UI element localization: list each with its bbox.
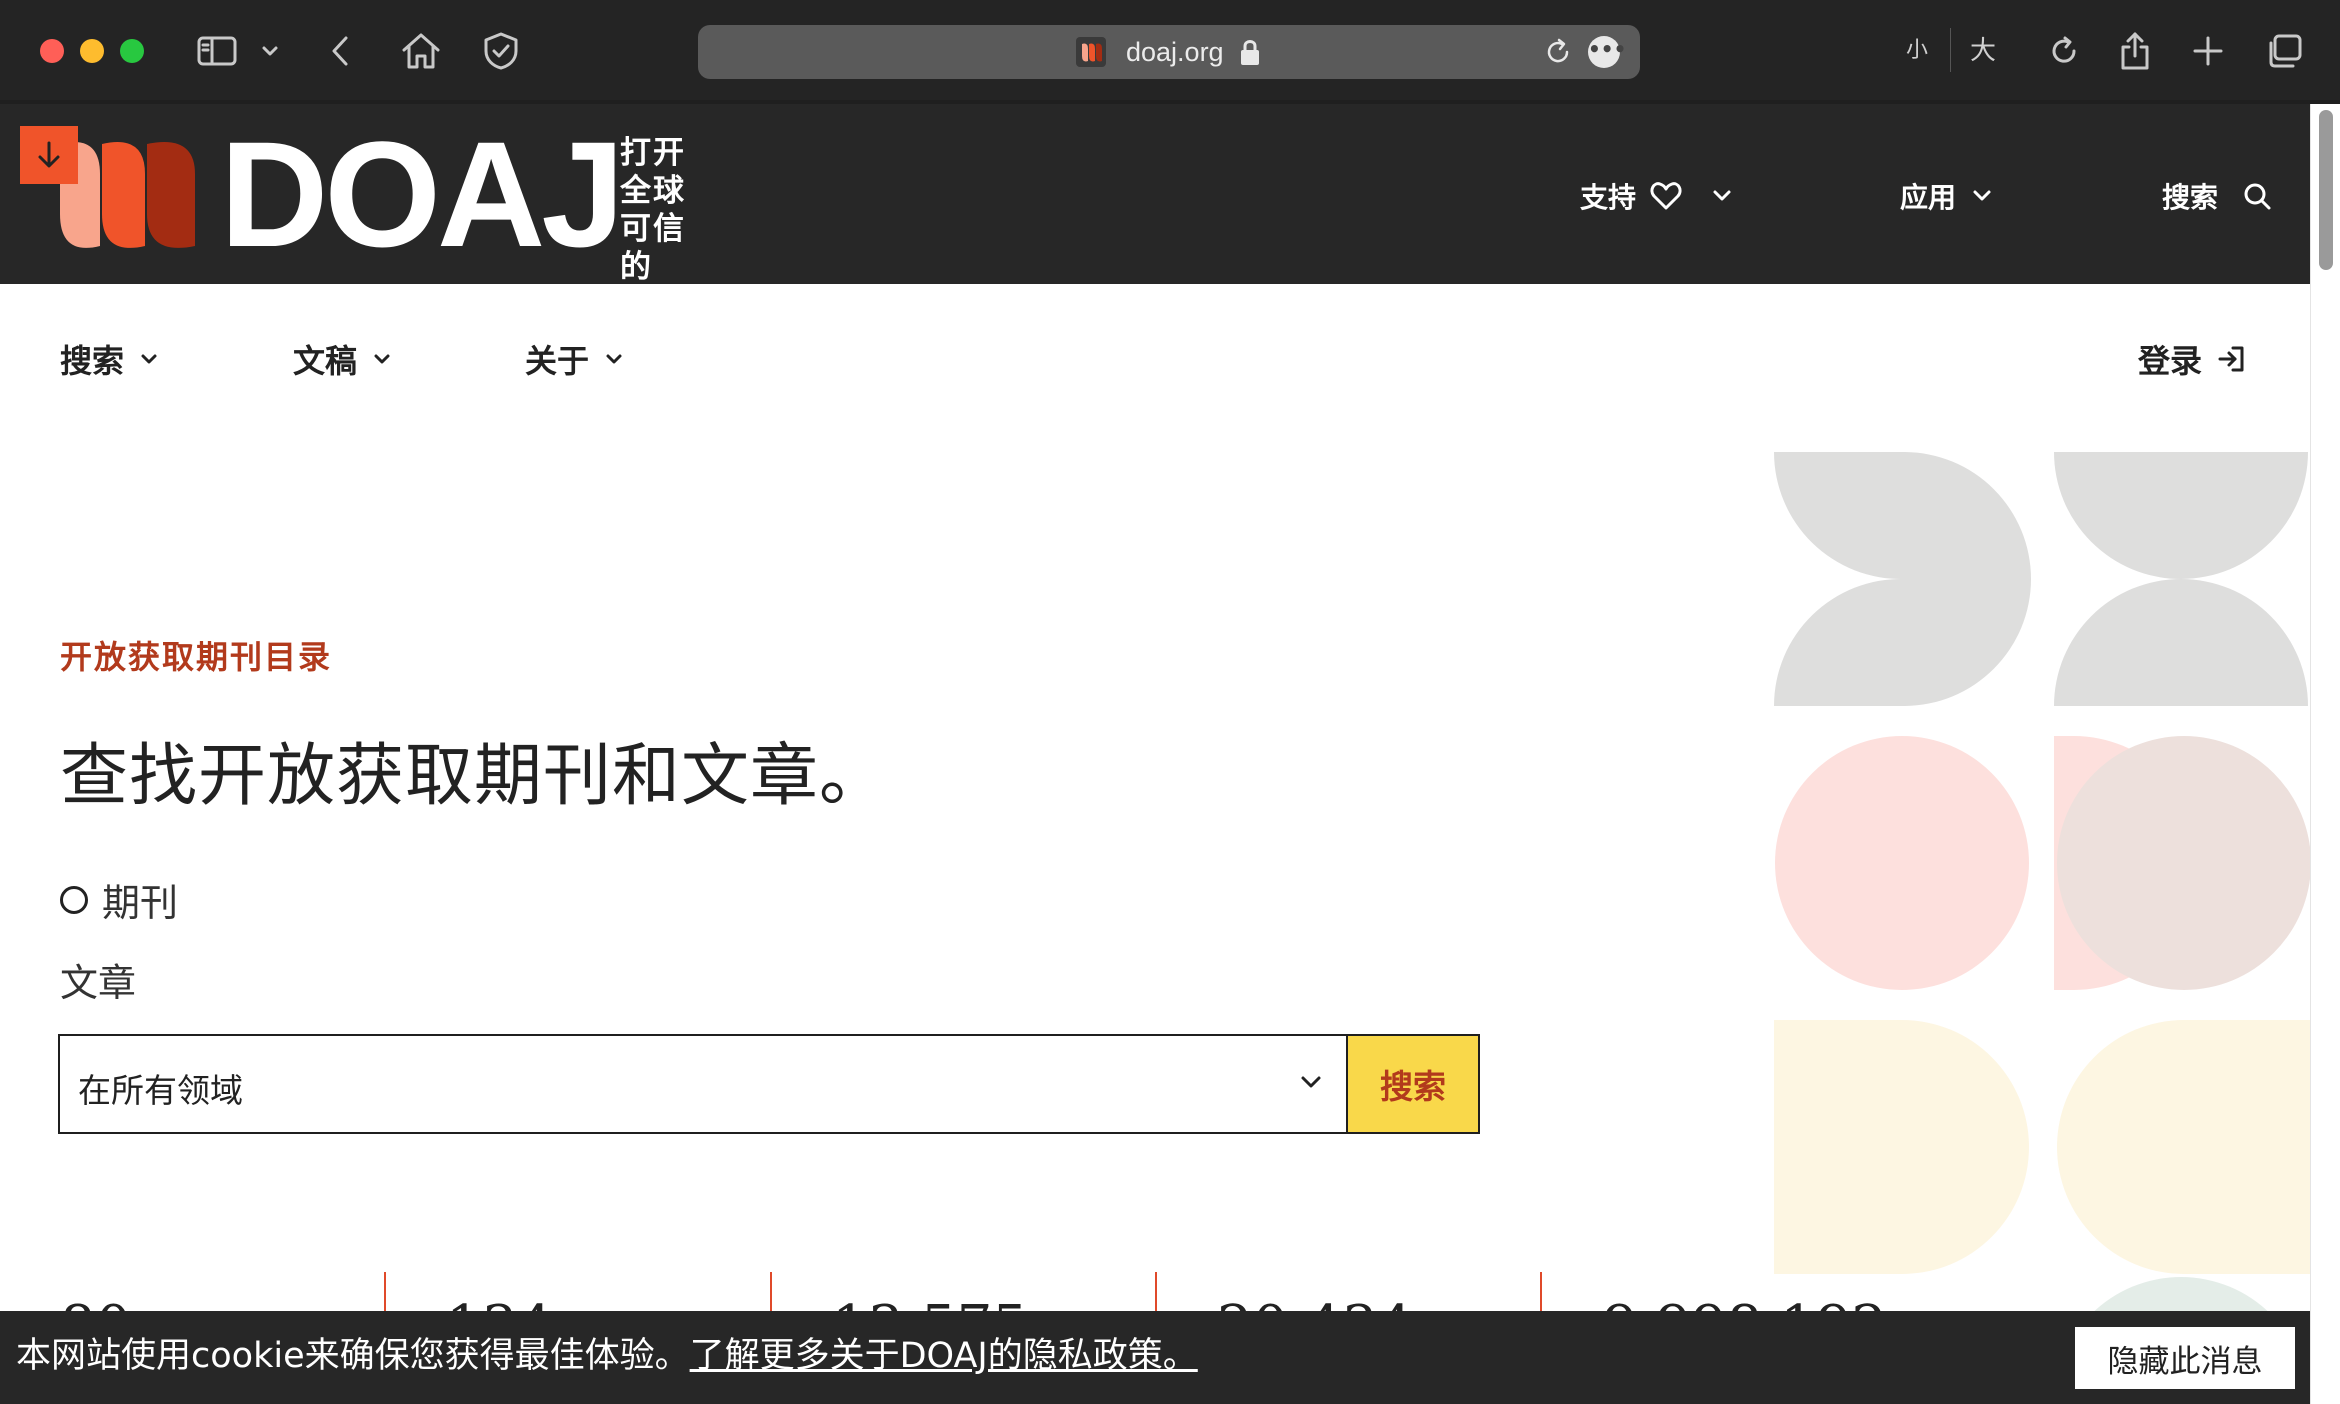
option-journals[interactable]: 期刊 xyxy=(60,872,178,927)
subnav-search-label: 搜索 xyxy=(60,342,125,380)
nav-search[interactable]: 搜索 xyxy=(2162,176,2272,216)
nav-search-label: 搜索 xyxy=(2162,181,2219,214)
divider xyxy=(1950,28,1951,72)
sidebar-toggle-icon[interactable] xyxy=(192,30,242,72)
web-page: DOAJ 打开 全球 可信 的 支持 应用 搜索 搜索 文稿 关于 登录 开放获… xyxy=(0,104,2310,1404)
chevron-down-icon[interactable] xyxy=(255,30,285,72)
decorative-shapes xyxy=(1774,452,2310,1404)
chevron-down-icon xyxy=(1713,190,1731,201)
subnav-about-label: 关于 xyxy=(525,342,590,380)
new-tab-icon[interactable] xyxy=(2188,30,2228,72)
nav-support[interactable]: 支持 xyxy=(1580,176,1734,216)
text-smaller-button[interactable]: 小 xyxy=(1906,34,1928,68)
text-larger-button[interactable]: 大 xyxy=(1970,34,1996,68)
deco-grey-shape-2 xyxy=(2054,452,2308,579)
doaj-favicon-icon xyxy=(1076,37,1106,67)
deco-rose-circle xyxy=(2057,736,2310,990)
chevron-down-icon xyxy=(606,354,622,364)
hero-title: 查找开放获取期刊和文章。 xyxy=(60,737,889,816)
lock-icon xyxy=(1241,40,1259,65)
field-select[interactable]: 在所有领域 xyxy=(58,1034,1348,1134)
hero-eyebrow: 开放获取期刊目录 xyxy=(60,638,333,676)
shield-icon[interactable] xyxy=(478,30,524,72)
reload-page-icon[interactable] xyxy=(2044,30,2084,72)
scrollbar-thumb[interactable] xyxy=(2319,110,2333,270)
logo-wordmark[interactable]: DOAJ xyxy=(220,114,625,274)
nav-support-label: 支持 xyxy=(1580,181,1637,214)
cookie-message: 本网站使用cookie来确保您获得最佳体验。了解更多关于DOAJ的隐私政策。 xyxy=(16,1333,1198,1379)
chevron-down-icon xyxy=(1301,1076,1321,1088)
back-icon[interactable] xyxy=(320,30,360,72)
login-label: 登录 xyxy=(2138,342,2203,380)
search-button[interactable]: 搜索 xyxy=(1346,1034,1480,1134)
deco-cream-shape-1 xyxy=(1774,1020,2029,1274)
option-journals-label: 期刊 xyxy=(102,881,179,925)
subnav-docs[interactable]: 文稿 xyxy=(293,336,393,382)
minimize-window-button[interactable] xyxy=(80,39,104,63)
search-icon xyxy=(2244,183,2271,210)
tagline-line: 打开 xyxy=(620,135,686,171)
arrow-down-icon xyxy=(38,141,60,168)
tab-overview-icon[interactable] xyxy=(2262,30,2306,72)
reload-icon[interactable] xyxy=(1543,37,1573,67)
option-articles[interactable]: 文章 xyxy=(60,952,136,1007)
nav-apps-label: 应用 xyxy=(1900,181,1957,214)
chevron-down-icon xyxy=(374,354,390,364)
field-select-value: 在所有领域 xyxy=(78,1071,243,1110)
cookie-banner: 本网站使用cookie来确保您获得最佳体验。了解更多关于DOAJ的隐私政策。 隐… xyxy=(0,1311,2310,1404)
chevron-down-icon xyxy=(141,354,157,364)
privacy-policy-link[interactable]: 了解更多关于DOAJ的隐私政策。 xyxy=(690,1336,1198,1376)
close-window-button[interactable] xyxy=(40,39,64,63)
tagline-line: 全球 xyxy=(620,173,686,209)
subnav-about[interactable]: 关于 xyxy=(525,336,625,382)
deco-cream-shape-2 xyxy=(2057,1020,2310,1274)
heart-icon xyxy=(1650,182,1682,210)
more-icon[interactable]: ••• xyxy=(1588,36,1626,68)
nav-apps[interactable]: 应用 xyxy=(1900,176,1994,216)
search-form: 在所有领域 搜索 xyxy=(58,1034,1480,1136)
url-text: doaj.org xyxy=(1126,37,1224,67)
subnav-search[interactable]: 搜索 xyxy=(60,336,160,382)
radio-button[interactable] xyxy=(60,885,88,914)
address-bar[interactable]: doaj.org ••• xyxy=(698,25,1640,79)
deco-grey-shape-1 xyxy=(1774,452,2031,706)
cookie-text: 本网站使用cookie来确保您获得最佳体验。 xyxy=(16,1336,690,1376)
site-header: DOAJ 打开 全球 可信 的 支持 应用 搜索 xyxy=(0,104,2310,286)
login-icon xyxy=(2218,346,2244,372)
zoom-window-button[interactable] xyxy=(120,39,144,63)
home-icon[interactable] xyxy=(398,30,444,72)
browser-toolbar: doaj.org ••• 小 大 xyxy=(0,0,2340,100)
login-link[interactable]: 登录 xyxy=(2138,336,2246,382)
deco-pink-circle xyxy=(1775,736,2029,990)
scrollbar[interactable] xyxy=(2310,104,2340,1404)
tagline-line: 的 xyxy=(620,249,653,285)
chevron-down-icon xyxy=(1973,190,1991,201)
hide-message-button[interactable]: 隐藏此消息 xyxy=(2075,1327,2295,1389)
logo-tagline: 打开 全球 可信 的 xyxy=(620,134,700,286)
skip-to-content-button[interactable] xyxy=(20,126,78,184)
tagline-line: 可信 xyxy=(620,211,686,247)
subnav-docs-label: 文稿 xyxy=(293,342,358,380)
share-icon[interactable] xyxy=(2114,30,2156,72)
deco-grey-shape-3 xyxy=(2054,579,2308,706)
